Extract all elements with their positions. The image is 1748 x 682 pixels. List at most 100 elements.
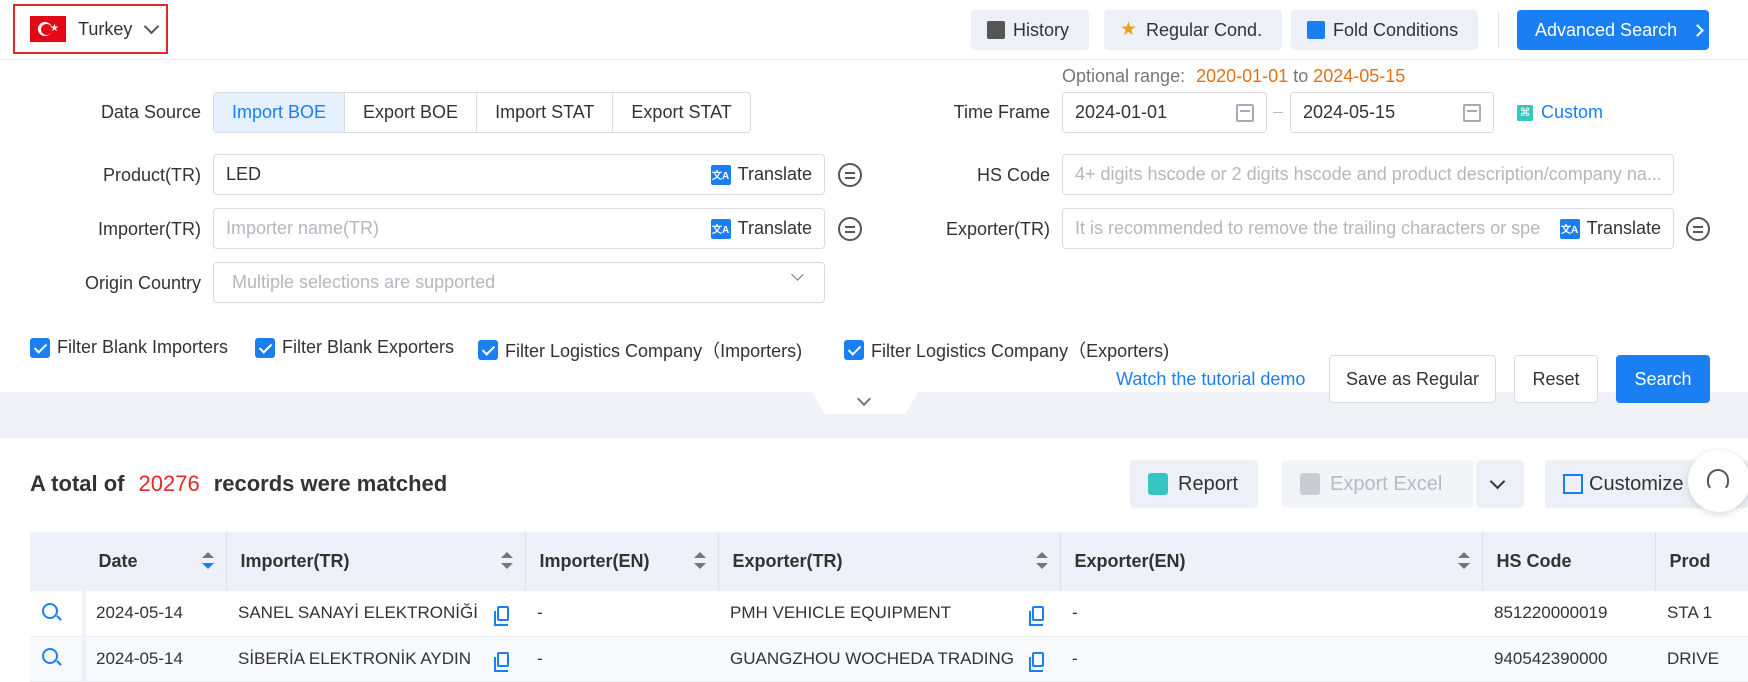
exporter-list-icon[interactable] (1686, 217, 1710, 241)
segment-export-boe[interactable]: Export BOE (344, 93, 476, 132)
support-button[interactable] (1688, 450, 1748, 512)
exporter-input[interactable]: It is recommended to remove the trailing… (1062, 208, 1674, 249)
copy-icon[interactable] (1029, 651, 1044, 672)
data-source-label: Data Source (100, 102, 201, 122)
header-label: Exporter(EN) (1074, 551, 1186, 571)
importer-en-cell: - (525, 636, 718, 682)
hs-code-label: HS Code (976, 165, 1050, 185)
results-table: Date Importer(TR) Importer(EN) Exporter(… (30, 532, 1748, 682)
sort-icon[interactable] (1035, 552, 1048, 572)
product-cell: DRIVE (1655, 636, 1748, 682)
segment-export-stat[interactable]: Export STAT (612, 93, 749, 132)
calendar-icon (1463, 104, 1481, 122)
collapse-toggle[interactable] (812, 392, 918, 414)
header-importer-en[interactable]: Importer(EN) (525, 532, 719, 591)
product-label: Product(TR) (102, 165, 201, 185)
advanced-search-label: Advanced Search (1535, 19, 1678, 40)
filter-logistics-importers-checkbox[interactable]: Filter Logistics Company（Importers) (478, 337, 802, 363)
cell-text: SİBERİA ELEKTRONİK AYDIN (238, 648, 472, 668)
calendar-icon (1236, 104, 1254, 122)
product-list-icon[interactable] (838, 163, 862, 187)
cell-text: SANEL SANAYİ ELEKTRONİĞİ (238, 603, 478, 623)
product-value: LED (226, 164, 262, 184)
filter-blank-exporters-checkbox[interactable]: Filter Blank Exporters (255, 337, 454, 358)
filter-blank-importers-checkbox[interactable]: Filter Blank Importers (30, 337, 228, 358)
row-detail-cell[interactable] (30, 591, 84, 637)
origin-country-select[interactable]: Multiple selections are supported (213, 262, 825, 303)
export-dropdown-button[interactable] (1476, 460, 1524, 508)
country-label: Turkey (78, 18, 133, 39)
exporter-en-cell: - (1060, 636, 1482, 682)
header-date[interactable]: Date (84, 532, 227, 591)
translate-icon: 文A (710, 218, 731, 239)
sort-icon[interactable] (201, 552, 214, 572)
optional-range-text: Optional range: (1062, 66, 1186, 86)
segment-import-boe[interactable]: Import BOE (214, 93, 345, 132)
custom-link[interactable]: ⌘ Custom (1517, 102, 1603, 123)
importer-en-cell: - (525, 591, 718, 637)
translate-button[interactable]: 文A Translate (710, 218, 812, 239)
checkbox-checked-icon (478, 340, 498, 360)
translate-icon: 文A (710, 164, 731, 185)
header-exporter-en[interactable]: Exporter(EN) (1060, 532, 1483, 591)
importer-input[interactable]: Importer name(TR) 文A Translate (213, 208, 825, 249)
date-from-input[interactable]: 2024-01-01 (1062, 92, 1267, 133)
search-button[interactable]: Search (1616, 355, 1710, 403)
sort-icon[interactable] (500, 552, 513, 572)
regular-cond-button[interactable]: ★ Regular Cond. (1104, 10, 1283, 50)
date-cell: 2024-05-14 (84, 636, 226, 682)
translate-button[interactable]: 文A Translate (1559, 218, 1661, 239)
exporter-label: Exporter(TR) (945, 219, 1050, 239)
product-input[interactable]: LED 文A Translate (213, 154, 825, 195)
exporter-en-cell: - (1060, 591, 1482, 637)
sort-icon[interactable] (1457, 552, 1470, 572)
translate-label: Translate (737, 164, 812, 184)
origin-placeholder: Multiple selections are supported (232, 272, 496, 292)
copy-icon[interactable] (494, 651, 509, 672)
hs-code-input[interactable]: 4+ digits hscode or 2 digits hscode and … (1062, 154, 1674, 195)
save-as-regular-button[interactable]: Save as Regular (1329, 355, 1496, 403)
export-icon (1300, 473, 1320, 495)
checkbox-checked-icon (844, 340, 864, 360)
filter-logistics-exporters-checkbox[interactable]: Filter Logistics Company（Exporters) (844, 337, 1169, 363)
date-to-input[interactable]: 2024-05-15 (1290, 92, 1494, 133)
filter-label: Filter Logistics Company（Exporters) (871, 341, 1170, 361)
reset-button[interactable]: Reset (1514, 355, 1598, 403)
frozen-column-divider (82, 532, 86, 682)
copy-icon[interactable] (1029, 606, 1044, 626)
header-label: Exporter(TR) (732, 551, 843, 571)
turkey-flag-icon: ★ (30, 16, 66, 42)
checkbox-checked-icon (30, 337, 50, 358)
row-detail-cell[interactable] (30, 636, 84, 682)
advanced-search-button[interactable]: Advanced Search (1517, 10, 1709, 50)
optional-range-to: 2024-05-15 (1313, 66, 1406, 86)
date-from-value: 2024-01-01 (1075, 102, 1168, 122)
translate-button[interactable]: 文A Translate (710, 164, 812, 185)
summary-suffix: records were matched (213, 471, 448, 496)
history-label: History (1013, 19, 1070, 40)
optional-range-from: 2020-01-01 (1196, 66, 1289, 86)
exporter-tr-cell: PMH VEHICLE EQUIPMENT (718, 591, 1060, 637)
product-cell: STA 1 (1655, 591, 1748, 637)
copy-icon[interactable] (494, 606, 509, 626)
segment-import-stat[interactable]: Import STAT (476, 93, 612, 132)
importer-tr-cell: SANEL SANAYİ ELEKTRONİĞİ (226, 591, 525, 637)
sort-icon[interactable] (693, 552, 706, 572)
custom-label: Custom (1541, 102, 1604, 122)
search-icon[interactable] (42, 648, 58, 664)
header-label: Importer(TR) (240, 551, 350, 571)
export-excel-button[interactable]: Export Excel (1282, 460, 1474, 508)
header-hs-code: HS Code (1482, 532, 1656, 591)
header-importer-tr[interactable]: Importer(TR) (226, 532, 526, 591)
tutorial-link[interactable]: Watch the tutorial demo (1116, 369, 1305, 390)
translate-icon: 文A (1559, 218, 1580, 239)
fold-conditions-button[interactable]: Fold Conditions (1291, 10, 1479, 50)
search-icon[interactable] (42, 602, 58, 619)
importer-list-icon[interactable] (838, 217, 862, 241)
filter-label: Filter Blank Exporters (282, 337, 455, 357)
report-button[interactable]: Report (1130, 460, 1258, 508)
header-exporter-tr[interactable]: Exporter(TR) (718, 532, 1061, 591)
history-button[interactable]: History (971, 10, 1090, 50)
country-selector[interactable]: ★ Turkey (13, 4, 168, 54)
header-product: Prod (1655, 532, 1748, 591)
